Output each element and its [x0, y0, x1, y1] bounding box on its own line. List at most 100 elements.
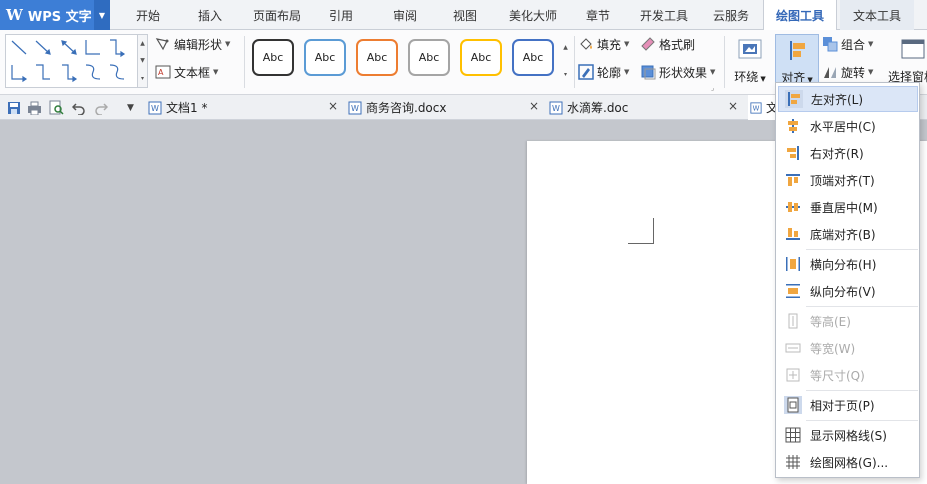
dialog-launcher-icon[interactable]: ⌟ — [711, 84, 714, 92]
doc-tab-active[interactable]: W 文 — [748, 95, 778, 120]
align-top-icon — [784, 171, 802, 189]
tab-beautify[interactable]: 美化大师 — [500, 0, 566, 30]
scroll-down-icon[interactable]: ▼ — [140, 57, 145, 64]
rotate-icon — [822, 64, 838, 80]
rotate-button[interactable]: 旋转 ▼ — [822, 62, 873, 82]
tab-view[interactable]: 视图 — [442, 0, 488, 30]
wrap-text-icon — [737, 36, 763, 62]
style-gallery-scroll[interactable]: ▲ ▾ — [560, 34, 571, 88]
tab-drawing-tools[interactable]: 绘图工具 — [763, 0, 837, 31]
text-box-button[interactable]: A 文本框 ▼ — [155, 62, 218, 82]
chevron-down-icon: ▼ — [225, 40, 231, 48]
print-icon[interactable] — [26, 99, 43, 116]
menu-item-label: 绘图网格(G)... — [810, 455, 889, 470]
scroll-up-icon[interactable]: ▲ — [563, 44, 568, 51]
shape-style-5[interactable]: Abc — [460, 39, 502, 76]
menu-bar: W WPS 文字 ▼ 开始 插入 页面布局 引用 审阅 视图 美化大师 章节 开… — [0, 0, 927, 31]
menu-item-distribute-horizontal[interactable]: 横向分布(H) — [778, 251, 918, 277]
menu-separator — [806, 249, 918, 250]
outline-button[interactable]: 轮廓 ▼ — [578, 62, 629, 82]
menu-item-align-top[interactable]: 顶端对齐(T) — [778, 167, 918, 193]
shape-style-3[interactable]: Abc — [356, 39, 398, 76]
format-painter-button[interactable]: 格式刷 — [640, 34, 695, 54]
svg-text:W: W — [552, 104, 560, 113]
shape-style-4[interactable]: Abc — [408, 39, 450, 76]
close-tab-icon[interactable]: × — [728, 99, 738, 113]
menu-item-label: 水平居中(C) — [810, 119, 876, 134]
customize-toolbar-chevron-icon[interactable]: ▼ — [122, 99, 139, 116]
menu-item-align-left[interactable]: 左对齐(L) — [778, 86, 918, 112]
distribute-vertical-icon — [784, 282, 802, 300]
shape-gallery-scroll[interactable]: ▲ ▼ ▾ — [137, 34, 148, 88]
paint-bucket-icon — [578, 36, 594, 52]
print-preview-icon[interactable] — [48, 99, 65, 116]
menu-item-relative-to-page[interactable]: 相对于页(P) — [778, 392, 918, 418]
shape-gallery[interactable] — [5, 34, 145, 88]
app-title: WPS 文字 — [27, 9, 92, 25]
menu-item-align-right[interactable]: 右对齐(R) — [778, 140, 918, 166]
menu-item-align-bottom[interactable]: 底端对齐(B) — [778, 221, 918, 247]
shape-style-2[interactable]: Abc — [304, 39, 346, 76]
doc-tab-document1[interactable]: W 文档1 * — [148, 95, 207, 120]
app-menu-button[interactable]: W WPS 文字 ▼ — [0, 0, 110, 30]
menu-item-label: 横向分布(H) — [810, 257, 877, 272]
chevron-down-icon: ▼ — [868, 40, 874, 48]
menu-item-label: 左对齐(L) — [811, 92, 864, 107]
wrap-text-button[interactable]: 环绕 ▼ — [732, 34, 768, 90]
wps-doc-icon: W — [348, 101, 362, 114]
menu-item-distribute-vertical[interactable]: 纵向分布(V) — [778, 278, 918, 304]
shape-effects-button[interactable]: 形状效果 ▼ — [640, 62, 715, 82]
menu-item-same-height: 等高(E) — [778, 308, 918, 334]
tab-chapter[interactable]: 章节 — [578, 0, 618, 30]
menu-item-label: 顶端对齐(T) — [810, 173, 875, 188]
tab-cloud[interactable]: 云服务 — [704, 0, 758, 30]
menu-item-drawing-grid[interactable]: 绘图网格(G)... — [778, 449, 918, 475]
doc-tab-shuidichou[interactable]: W 水滴筹.doc — [549, 95, 628, 120]
shape-style-6[interactable]: Abc — [512, 39, 554, 76]
edit-shape-button[interactable]: 编辑形状 ▼ — [155, 34, 230, 54]
redo-icon[interactable] — [92, 99, 109, 116]
tab-references[interactable]: 引用 — [318, 0, 364, 30]
group-icon — [822, 36, 838, 52]
wps-logo-icon: W — [6, 6, 23, 24]
app-menu-dropdown-icon[interactable]: ▼ — [94, 0, 110, 30]
undo-icon[interactable] — [70, 99, 87, 116]
group-label: 组合 — [841, 37, 866, 52]
menu-item-align-middle-vertical[interactable]: 垂直居中(M) — [778, 194, 918, 220]
relative-to-page-icon — [784, 396, 802, 414]
connector-shapes-icon — [11, 39, 126, 83]
menu-item-same-size: 等尺寸(Q) — [778, 362, 918, 388]
tab-text-tools[interactable]: 文本工具 — [840, 0, 914, 30]
wps-doc-icon: W — [549, 101, 563, 114]
align-right-icon — [784, 144, 802, 162]
ribbon-divider — [574, 36, 575, 88]
format-painter-label: 格式刷 — [659, 37, 696, 52]
fill-button[interactable]: 填充 ▼ — [578, 34, 629, 54]
group-button[interactable]: 组合 ▼ — [822, 34, 873, 54]
close-tab-icon[interactable]: × — [328, 99, 338, 113]
menu-item-show-gridlines[interactable]: 显示网格线(S) — [778, 422, 918, 448]
doc-tab-business-consulting[interactable]: W 商务咨询.docx — [348, 95, 446, 120]
menu-item-align-center-horizontal[interactable]: 水平居中(C) — [778, 113, 918, 139]
menu-item-label: 等宽(W) — [810, 341, 856, 356]
tab-home[interactable]: 开始 — [122, 0, 174, 30]
close-tab-icon[interactable]: × — [529, 99, 539, 113]
scroll-up-icon[interactable]: ▲ — [140, 40, 145, 47]
save-icon[interactable] — [5, 99, 22, 116]
ribbon-divider — [724, 36, 725, 88]
fill-label: 填充 — [597, 37, 622, 52]
shape-style-1[interactable]: Abc — [252, 39, 294, 76]
gallery-expand-icon[interactable]: ▾ — [141, 75, 144, 82]
same-width-icon — [784, 339, 802, 357]
shape-effects-icon — [640, 64, 656, 80]
tab-insert[interactable]: 插入 — [184, 0, 236, 30]
align-objects-icon — [784, 37, 810, 63]
tab-developer[interactable]: 开发工具 — [632, 0, 696, 30]
gallery-expand-icon[interactable]: ▾ — [564, 71, 567, 78]
edit-shape-label: 编辑形状 — [174, 37, 223, 52]
tab-page-layout[interactable]: 页面布局 — [246, 0, 308, 30]
menu-item-label: 相对于页(P) — [810, 398, 875, 413]
wps-doc-icon: W — [148, 101, 162, 114]
tab-review[interactable]: 审阅 — [382, 0, 428, 30]
menu-item-label: 纵向分布(V) — [810, 284, 876, 299]
